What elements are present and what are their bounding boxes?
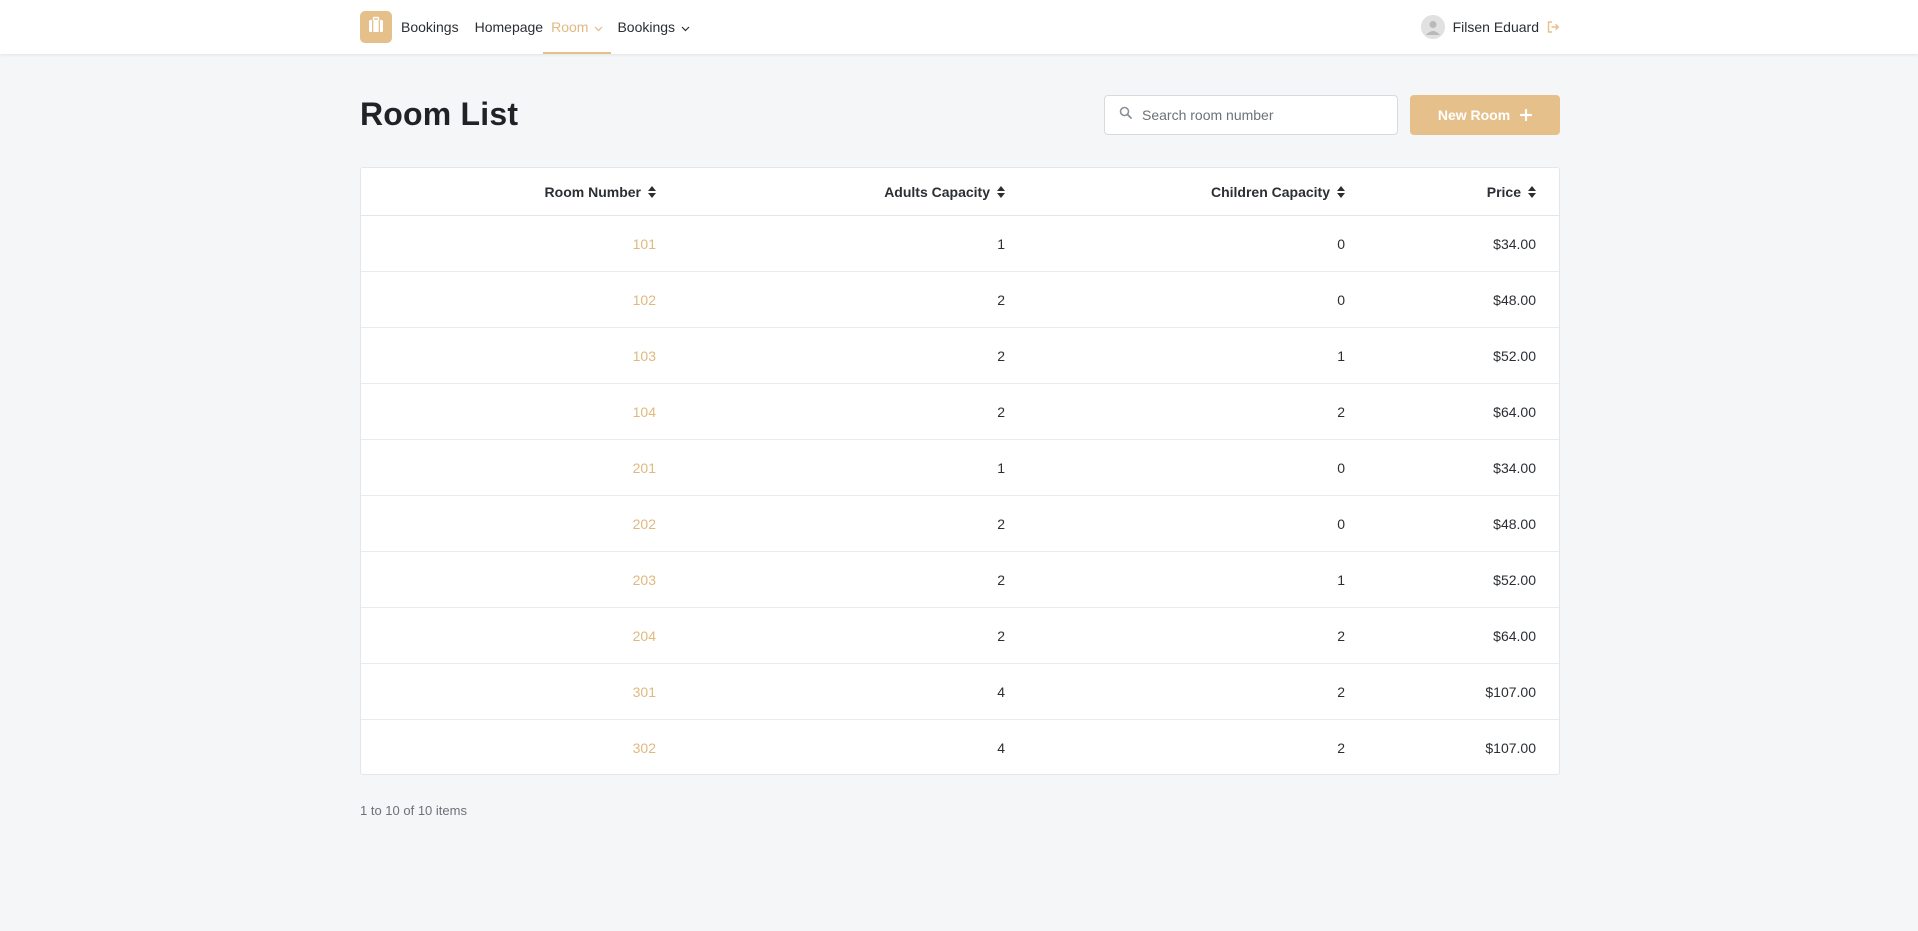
room-number-link[interactable]: 203 [633, 572, 656, 588]
pagination-info: 1 to 10 of 10 items [360, 803, 467, 818]
room-number-link[interactable]: 302 [633, 740, 656, 756]
col-room-number[interactable]: Room Number [545, 168, 656, 215]
cell-children: 0 [1337, 235, 1345, 252]
room-number-link[interactable]: 102 [633, 292, 656, 308]
nav-bookings-label: Bookings [617, 19, 676, 35]
page-title: Room List [360, 96, 519, 132]
table-row: 203 2 1 $52.00 [361, 552, 1559, 608]
suitcase-icon [366, 15, 386, 40]
plus-icon [1520, 109, 1533, 121]
cell-price: $107.00 [1485, 683, 1536, 700]
user-menu[interactable]: Filsen Eduard [1420, 0, 1560, 54]
new-room-label: New Room [1437, 107, 1511, 123]
cell-adults: 2 [997, 291, 1005, 308]
table-row: 302 4 2 $107.00 [361, 720, 1559, 776]
col-children-capacity[interactable]: Children Capacity [1211, 168, 1345, 215]
cell-price: $34.00 [1493, 459, 1536, 476]
cell-children: 2 [1337, 403, 1345, 420]
cell-adults: 2 [997, 627, 1005, 644]
room-number-link[interactable]: 101 [633, 236, 656, 252]
nav-room-label: Room [551, 19, 589, 35]
cell-room-number: 302 [633, 720, 656, 776]
table-row: 104 2 2 $64.00 [361, 384, 1559, 440]
cell-price: $52.00 [1493, 347, 1536, 364]
top-navbar: Bookings Homepage Room Bookings Filsen E… [0, 0, 1918, 54]
room-number-link[interactable]: 201 [633, 460, 656, 476]
brand-name[interactable]: Bookings [401, 19, 459, 35]
cell-room-number: 102 [633, 272, 656, 327]
col-price[interactable]: Price [1487, 168, 1536, 215]
sort-icon[interactable] [648, 185, 656, 198]
user-name: Filsen Eduard [1452, 19, 1539, 35]
cell-children: 0 [1337, 291, 1345, 308]
search-box[interactable] [1104, 95, 1398, 135]
cell-adults: 2 [997, 515, 1005, 532]
chevron-down-icon [681, 19, 690, 35]
room-number-link[interactable]: 104 [633, 404, 656, 420]
cell-room-number: 103 [633, 328, 656, 383]
table-row: 301 4 2 $107.00 [361, 664, 1559, 720]
cell-adults: 4 [997, 683, 1005, 700]
cell-room-number: 202 [633, 496, 656, 551]
cell-adults: 2 [997, 403, 1005, 420]
col-children-capacity-label: Children Capacity [1210, 183, 1330, 200]
table-row: 201 1 0 $34.00 [361, 440, 1559, 496]
cell-price: $64.00 [1493, 403, 1536, 420]
cell-room-number: 201 [633, 440, 656, 495]
nav-homepage[interactable]: Homepage [475, 0, 544, 54]
room-number-link[interactable]: 204 [633, 628, 656, 644]
cell-room-number: 204 [633, 608, 656, 663]
nav-bookings[interactable]: Bookings [617, 0, 690, 54]
table-row: 204 2 2 $64.00 [361, 608, 1559, 664]
cell-price: $48.00 [1493, 291, 1536, 308]
search-input[interactable] [1142, 107, 1382, 123]
cell-adults: 2 [997, 347, 1005, 364]
cell-room-number: 101 [633, 216, 656, 271]
nav-homepage-label: Homepage [474, 19, 544, 35]
logout-icon[interactable] [1547, 21, 1560, 33]
cell-children: 2 [1337, 627, 1345, 644]
cell-room-number: 301 [633, 664, 656, 719]
table-header: Room Number Adults Capacity Children Cap… [361, 168, 1559, 216]
cell-adults: 4 [997, 740, 1005, 756]
sort-icon[interactable] [1337, 185, 1345, 198]
cell-adults: 2 [997, 571, 1005, 588]
new-room-button[interactable]: New Room [1410, 95, 1560, 135]
cell-children: 2 [1337, 740, 1345, 756]
sort-icon[interactable] [997, 185, 1005, 198]
col-adults-capacity[interactable]: Adults Capacity [884, 168, 1005, 215]
chevron-down-icon [594, 19, 603, 35]
user-avatar-icon [1420, 15, 1445, 39]
col-price-label: Price [1486, 183, 1521, 200]
brand-logo[interactable] [360, 11, 392, 43]
cell-price: $64.00 [1493, 627, 1536, 644]
table-row: 103 2 1 $52.00 [361, 328, 1559, 384]
cell-room-number: 203 [633, 552, 656, 607]
sort-icon[interactable] [1528, 185, 1536, 198]
table-row: 202 2 0 $48.00 [361, 496, 1559, 552]
cell-children: 1 [1337, 347, 1345, 364]
cell-price: $34.00 [1493, 235, 1536, 252]
search-icon [1119, 106, 1132, 124]
table-row: 102 2 0 $48.00 [361, 272, 1559, 328]
cell-price: $48.00 [1493, 515, 1536, 532]
cell-children: 2 [1337, 683, 1345, 700]
cell-children: 1 [1337, 571, 1345, 588]
cell-children: 0 [1337, 459, 1345, 476]
cell-room-number: 104 [633, 384, 656, 439]
col-adults-capacity-label: Adults Capacity [884, 183, 990, 200]
room-number-link[interactable]: 301 [633, 684, 656, 700]
nav-room[interactable]: Room [543, 0, 612, 54]
room-number-link[interactable]: 103 [633, 348, 656, 364]
cell-price: $52.00 [1493, 571, 1536, 588]
cell-children: 0 [1337, 515, 1345, 532]
room-number-link[interactable]: 202 [633, 516, 656, 532]
navbar-inner: Bookings Homepage Room Bookings Filsen E… [360, 0, 1560, 54]
room-table: Room Number Adults Capacity Children Cap… [360, 167, 1560, 775]
cell-adults: 1 [997, 235, 1005, 252]
col-room-number-label: Room Number [544, 183, 641, 200]
table-row: 101 1 0 $34.00 [361, 216, 1559, 272]
cell-price: $107.00 [1485, 740, 1536, 756]
cell-adults: 1 [997, 459, 1005, 476]
